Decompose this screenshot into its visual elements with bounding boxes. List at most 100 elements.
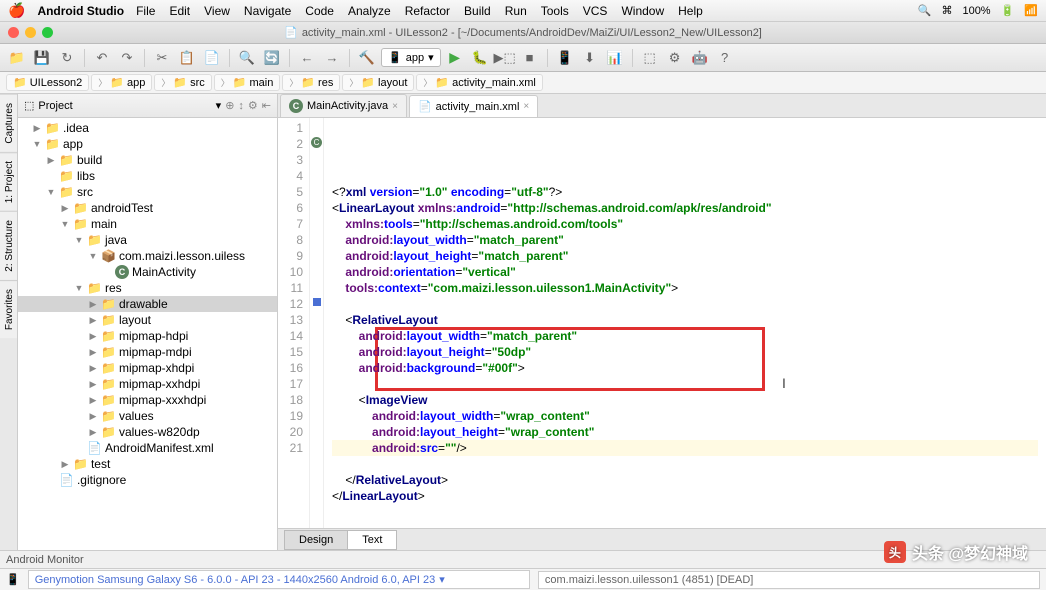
project-tree[interactable]: ▶📁.idea▼📁app▶📁build📁libs▼📁src▶📁androidTe…	[18, 118, 277, 550]
close-window-button[interactable]	[8, 27, 19, 38]
menu-run[interactable]: Run	[505, 4, 527, 18]
tree-item-mipmap-xxxhdpi[interactable]: ▶📁mipmap-xxxhdpi	[18, 392, 277, 408]
tree-item-values[interactable]: ▶📁values	[18, 408, 277, 424]
redo-icon[interactable]: ↷	[116, 47, 138, 69]
tool-tab-structure[interactable]: 2: Structure	[0, 211, 17, 280]
stop-icon[interactable]: ■	[519, 47, 541, 69]
bluetooth-icon[interactable]: ⌘	[941, 4, 952, 17]
breadcrumb-item[interactable]: 〉📁app	[91, 74, 152, 91]
app-name[interactable]: Android Studio	[37, 4, 124, 18]
replace-icon[interactable]: 🔄	[261, 47, 283, 69]
help-icon[interactable]: ?	[714, 47, 736, 69]
make-icon[interactable]: 🔨	[356, 47, 378, 69]
tree-item-drawable[interactable]: ▶📁drawable	[18, 296, 277, 312]
forward-icon[interactable]: →	[321, 47, 343, 69]
tree-item-res[interactable]: ▼📁res	[18, 280, 277, 296]
paste-icon[interactable]: 📄	[201, 47, 223, 69]
tool-tab-captures[interactable]: Captures	[0, 94, 17, 152]
tree-item--gitignore[interactable]: 📄.gitignore	[18, 472, 277, 488]
menu-help[interactable]: Help	[678, 4, 703, 18]
debug-icon[interactable]: 🐛	[469, 47, 491, 69]
tree-item-values-w820dp[interactable]: ▶📁values-w820dp	[18, 424, 277, 440]
tree-item-test[interactable]: ▶📁test	[18, 456, 277, 472]
scroll-from-icon[interactable]: ⊕	[225, 99, 234, 112]
tree-item-build[interactable]: ▶📁build	[18, 152, 277, 168]
search-icon[interactable]: 🔍	[918, 4, 932, 17]
collapse-icon[interactable]: ↕	[238, 100, 244, 112]
settings-icon[interactable]: ⚙	[664, 47, 686, 69]
navigation-bar: 📁UILesson2〉📁app〉📁src〉📁main〉📁res〉📁layout〉…	[0, 72, 1046, 94]
save-icon[interactable]: 💾	[31, 47, 53, 69]
undo-icon[interactable]: ↶	[91, 47, 113, 69]
apple-icon[interactable]: 🍎	[8, 2, 25, 19]
tree-item-main[interactable]: ▼📁main	[18, 216, 277, 232]
dropdown-icon[interactable]: ▾	[216, 99, 222, 112]
tree-item-java[interactable]: ▼📁java	[18, 232, 277, 248]
battery-icon[interactable]: 🔋	[1001, 4, 1015, 17]
tree-item-app[interactable]: ▼📁app	[18, 136, 277, 152]
minimize-window-button[interactable]	[25, 27, 36, 38]
copy-icon[interactable]: 📋	[176, 47, 198, 69]
close-tab-icon[interactable]: ×	[392, 101, 398, 112]
cut-icon[interactable]: ✂	[151, 47, 173, 69]
breadcrumb-item[interactable]: 〉📁activity_main.xml	[416, 74, 542, 91]
wifi-icon[interactable]: 📶	[1024, 4, 1038, 17]
android-icon[interactable]: 🤖	[689, 47, 711, 69]
tab-text[interactable]: Text	[347, 530, 397, 550]
breadcrumb-item[interactable]: 〉📁layout	[342, 74, 414, 91]
sdk-icon[interactable]: ⬇	[579, 47, 601, 69]
tree-item-mipmap-xxhdpi[interactable]: ▶📁mipmap-xxhdpi	[18, 376, 277, 392]
tree-item-src[interactable]: ▼📁src	[18, 184, 277, 200]
android-monitor-tab[interactable]: Android Monitor	[6, 554, 84, 566]
menu-code[interactable]: Code	[305, 4, 334, 18]
settings-icon[interactable]: ⚙	[248, 99, 258, 112]
menu-file[interactable]: File	[136, 4, 155, 18]
tree-item-mipmap-xhdpi[interactable]: ▶📁mipmap-xhdpi	[18, 360, 277, 376]
process-selector[interactable]: com.maizi.lesson.uilesson1 (4851) [DEAD]	[538, 571, 1040, 589]
avd-icon[interactable]: 📱	[554, 47, 576, 69]
tree-item-com-maizi-lesson-uiless[interactable]: ▼📦com.maizi.lesson.uiless	[18, 248, 277, 264]
menu-tools[interactable]: Tools	[541, 4, 569, 18]
find-icon[interactable]: 🔍	[236, 47, 258, 69]
close-tab-icon[interactable]: ×	[523, 101, 529, 112]
menu-navigate[interactable]: Navigate	[244, 4, 291, 18]
run-icon[interactable]: ▶	[444, 47, 466, 69]
maximize-window-button[interactable]	[42, 27, 53, 38]
device-selector[interactable]: Genymotion Samsung Galaxy S6 - 6.0.0 - A…	[28, 570, 530, 589]
editor-tab[interactable]: CMainActivity.java×	[280, 94, 407, 117]
tree-item-androidtest[interactable]: ▶📁androidTest	[18, 200, 277, 216]
breadcrumb-item[interactable]: 〉📁main	[214, 74, 281, 91]
hide-icon[interactable]: ⇤	[262, 99, 271, 112]
editor-tab[interactable]: 📄activity_main.xml×	[409, 95, 538, 117]
tree-item-layout[interactable]: ▶📁layout	[18, 312, 277, 328]
ddms-icon[interactable]: 📊	[604, 47, 626, 69]
menu-vcs[interactable]: VCS	[583, 4, 608, 18]
breadcrumb-item[interactable]: 〉📁res	[282, 74, 340, 91]
tree-item-mainactivity[interactable]: CMainActivity	[18, 264, 277, 280]
sync-icon[interactable]: ↻	[56, 47, 78, 69]
breadcrumb-item[interactable]: 〉📁src	[154, 74, 211, 91]
tree-item-mipmap-hdpi[interactable]: ▶📁mipmap-hdpi	[18, 328, 277, 344]
structure-icon[interactable]: ⬚	[639, 47, 661, 69]
menu-window[interactable]: Window	[621, 4, 664, 18]
tab-design[interactable]: Design	[284, 530, 348, 550]
menu-edit[interactable]: Edit	[169, 4, 190, 18]
tree-item--idea[interactable]: ▶📁.idea	[18, 120, 277, 136]
menu-analyze[interactable]: Analyze	[348, 4, 391, 18]
breadcrumb-item[interactable]: 📁UILesson2	[6, 74, 89, 91]
code-content[interactable]: I <?xml version="1.0" encoding="utf-8"?>…	[324, 118, 1046, 528]
tree-item-libs[interactable]: 📁libs	[18, 168, 277, 184]
menu-build[interactable]: Build	[464, 4, 491, 18]
run-config-dropdown[interactable]: 📱 app ▾	[381, 48, 441, 67]
tree-item-mipmap-mdpi[interactable]: ▶📁mipmap-mdpi	[18, 344, 277, 360]
open-icon[interactable]: 📁	[6, 47, 28, 69]
menu-refactor[interactable]: Refactor	[405, 4, 450, 18]
back-icon[interactable]: ←	[296, 47, 318, 69]
panel-title[interactable]: Project	[38, 100, 211, 112]
menu-view[interactable]: View	[204, 4, 230, 18]
tool-tab-project[interactable]: 1: Project	[0, 152, 17, 211]
tool-tab-favorites[interactable]: Favorites	[0, 280, 17, 338]
code-editor[interactable]: 123456789101112131415161718192021 I <?xm…	[278, 118, 1046, 528]
attach-icon[interactable]: ▶⬚	[494, 47, 516, 69]
tree-item-androidmanifest-xml[interactable]: 📄AndroidManifest.xml	[18, 440, 277, 456]
